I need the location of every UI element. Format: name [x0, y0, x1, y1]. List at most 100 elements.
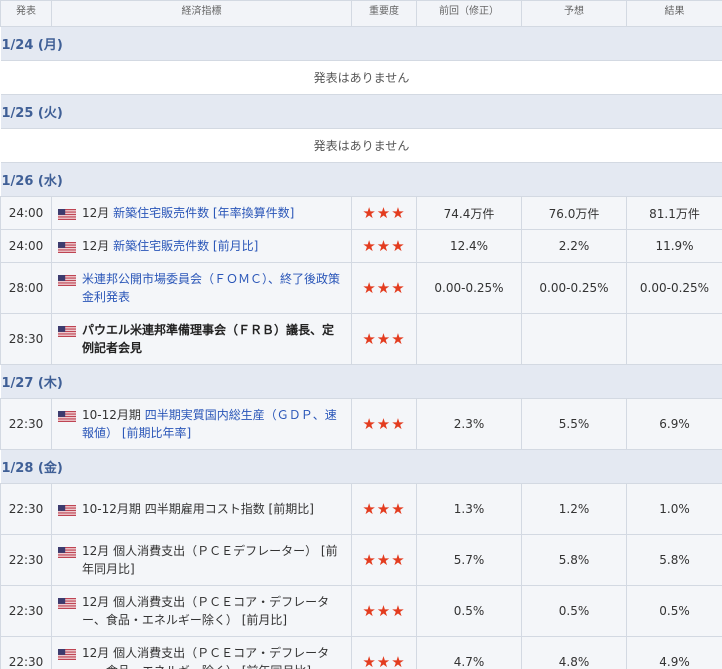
event-forecast: 4.8% [521, 636, 627, 669]
event-result: 4.9% [626, 636, 722, 669]
date-label: 1/28 (金) [0, 449, 722, 484]
event-period: 10-12月期 [82, 502, 141, 516]
us-flag-icon [58, 596, 76, 609]
date-label: 1/26 (水) [0, 162, 722, 197]
event-forecast [521, 313, 627, 365]
event-time: 24:00 [0, 229, 52, 263]
date-row: 1/28 (金) [0, 449, 722, 484]
event-period: 10-12月期 [82, 408, 141, 422]
event-forecast: 76.0万件 [521, 196, 627, 230]
event-period: 12月 [82, 206, 110, 220]
date-row: 1/26 (水) [0, 162, 722, 197]
event-indicator-cell: 10-12月期 四半期実質国内総生産（ＧＤＰ、速報値） [前期比年率] [51, 398, 352, 450]
event-result: 0.5% [626, 585, 722, 637]
event-name: 個人消費支出（ＰＣＥデフレーター） [前年同月比] [82, 544, 338, 576]
us-flag-icon [58, 409, 76, 422]
event-forecast: 5.8% [521, 534, 627, 586]
table-row: 22:3012月 個人消費支出（ＰＣＥコア・デフレーター、食品・エネルギー除く）… [0, 585, 722, 637]
table-header: 発表 経済指標 重要度 前回（修正） 予想 結果 [0, 0, 722, 27]
event-importance: ★★★ [351, 262, 417, 314]
event-previous: 0.5% [416, 585, 522, 637]
event-result: 1.0% [626, 483, 722, 535]
event-time: 22:30 [0, 585, 52, 637]
header-forecast: 予想 [521, 0, 627, 27]
no-data-text: 発表はありません [0, 60, 722, 95]
us-flag-icon [58, 273, 76, 286]
table-row: 22:3012月 個人消費支出（ＰＣＥコア・デフレーター、食品・エネルギー除く）… [0, 636, 722, 669]
event-result: 5.8% [626, 534, 722, 586]
event-forecast: 0.5% [521, 585, 627, 637]
event-forecast: 0.00-0.25% [521, 262, 627, 314]
event-indicator-cell: パウエル米連邦準備理事会（ＦＲＢ）議長、定例記者会見 [51, 313, 352, 365]
table-row: 22:30 10-12月期 四半期雇用コスト指数 [前期比] ★★★ 1.3% 1.2%… [0, 483, 722, 535]
event-indicator-cell: 12月 新築住宅販売件数 [前月比] [51, 229, 352, 263]
event-name: 個人消費支出（ＰＣＥコア・デフレーター、食品・エネルギー除く） [前年同月比] [82, 646, 330, 669]
event-indicator-cell: 12月 個人消費支出（ＰＣＥデフレーター） [前年同月比] [51, 534, 352, 586]
us-flag-icon [58, 545, 76, 558]
event-name[interactable]: 新築住宅販売件数 [年率換算件数] [113, 206, 294, 220]
header-indicator: 経済指標 [51, 0, 352, 27]
event-previous: 5.7% [416, 534, 522, 586]
no-data-row: 発表はありません [0, 60, 722, 95]
importance-stars-icon: ★★★ [362, 204, 406, 222]
date-label: 1/24 (月) [0, 26, 722, 61]
event-indicator-cell: 米連邦公開市場委員会（ＦＯＭＣ）、終了後政策金利発表 [51, 262, 352, 314]
event-importance: ★★★ [351, 398, 417, 450]
event-previous [416, 313, 522, 365]
economic-calendar-table: 発表 経済指標 重要度 前回（修正） 予想 結果 1/24 (月) 発表はありませ… [0, 0, 722, 669]
event-forecast: 1.2% [521, 483, 627, 535]
event-previous: 74.4万件 [416, 196, 522, 230]
event-time: 22:30 [0, 534, 52, 586]
event-period: 12月 [82, 544, 110, 558]
event-period: 12月 [82, 595, 110, 609]
event-name[interactable]: 米連邦公開市場委員会（ＦＯＭＣ）、終了後政策金利発表 [82, 272, 340, 304]
event-importance: ★★★ [351, 483, 417, 535]
event-period: 12月 [82, 239, 110, 253]
table-row: 22:30 12月 個人消費支出（ＰＣＥデフレーター） [前年同月比] ★★★ 5.7… [0, 534, 722, 586]
event-name: 個人消費支出（ＰＣＥコア・デフレーター、食品・エネルギー除く） [前月比] [82, 595, 330, 627]
event-importance: ★★★ [351, 534, 417, 586]
event-forecast: 5.5% [521, 398, 627, 450]
us-flag-icon [58, 324, 76, 337]
importance-stars-icon: ★★★ [362, 551, 406, 569]
event-indicator-cell: 12月 個人消費支出（ＰＣＥコア・デフレーター、食品・エネルギー除く） [前年同… [51, 636, 352, 669]
no-data-text: 発表はありません [0, 128, 722, 163]
importance-stars-icon: ★★★ [362, 500, 406, 518]
header-time: 発表 [0, 0, 52, 27]
event-time: 28:00 [0, 262, 52, 314]
event-time: 22:30 [0, 636, 52, 669]
us-flag-icon [58, 240, 76, 253]
event-importance: ★★★ [351, 229, 417, 263]
event-importance: ★★★ [351, 585, 417, 637]
event-previous: 0.00-0.25% [416, 262, 522, 314]
event-indicator-cell: 10-12月期 四半期雇用コスト指数 [前期比] [51, 483, 352, 535]
us-flag-icon [58, 207, 76, 220]
table-body: 1/24 (月) 発表はありません 1/25 (火) 発表はありません 1/26 (水)… [0, 26, 722, 669]
date-row: 1/25 (火) [0, 94, 722, 129]
event-forecast: 2.2% [521, 229, 627, 263]
table-row: 24:00 12月 新築住宅販売件数 [前月比] ★★★ 12.4% 2.2% 11.9% [0, 229, 722, 263]
event-name: パウエル米連邦準備理事会（ＦＲＢ）議長、定例記者会見 [82, 323, 335, 355]
importance-stars-icon: ★★★ [362, 415, 406, 433]
event-name[interactable]: 新築住宅販売件数 [前月比] [113, 239, 258, 253]
header-previous: 前回（修正） [416, 0, 522, 27]
event-previous: 12.4% [416, 229, 522, 263]
us-flag-icon [58, 503, 76, 516]
event-indicator-cell: 12月 新築住宅販売件数 [年率換算件数] [51, 196, 352, 230]
table-row: 28:30 パウエル米連邦準備理事会（ＦＲＢ）議長、定例記者会見 ★★★ [0, 313, 722, 365]
event-time: 28:30 [0, 313, 52, 365]
event-importance: ★★★ [351, 636, 417, 669]
importance-stars-icon: ★★★ [362, 330, 406, 348]
date-row: 1/24 (月) [0, 26, 722, 61]
event-result: 11.9% [626, 229, 722, 263]
no-data-row: 発表はありません [0, 128, 722, 163]
table-row: 28:00 米連邦公開市場委員会（ＦＯＭＣ）、終了後政策金利発表 ★★★ 0.00-0… [0, 262, 722, 314]
header-importance: 重要度 [351, 0, 417, 27]
event-result: 6.9% [626, 398, 722, 450]
event-time: 22:30 [0, 398, 52, 450]
event-previous: 4.7% [416, 636, 522, 669]
importance-stars-icon: ★★★ [362, 653, 406, 669]
event-indicator-cell: 12月 個人消費支出（ＰＣＥコア・デフレーター、食品・エネルギー除く） [前月比… [51, 585, 352, 637]
event-period: 12月 [82, 646, 110, 660]
date-label: 1/27 (木) [0, 364, 722, 399]
